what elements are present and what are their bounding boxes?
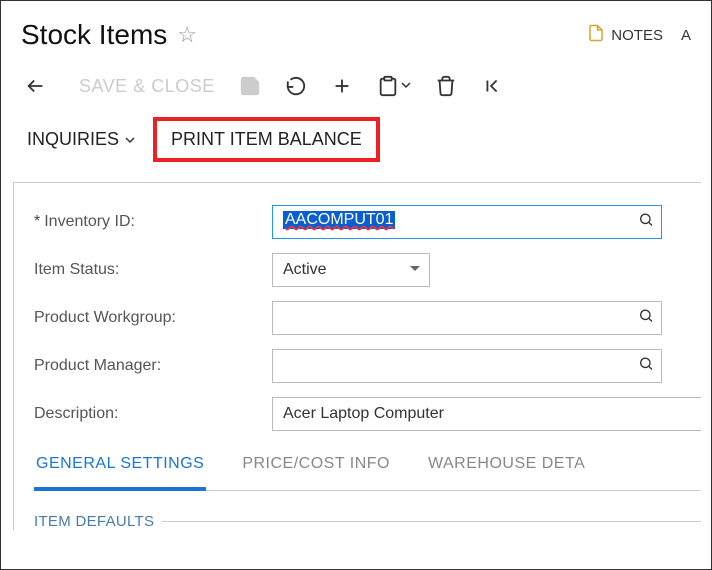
description-input[interactable] xyxy=(272,397,701,431)
action-bar: INQUIRIES PRINT ITEM BALANCE xyxy=(1,107,711,178)
page-header: Stock Items ☆ NOTES A xyxy=(1,1,711,61)
row-item-status: Item Status: Active xyxy=(34,253,701,287)
tab-price-cost-info[interactable]: PRICE/COST INFO xyxy=(240,455,392,490)
label-description: Description: xyxy=(34,405,272,423)
truncated-text: A xyxy=(681,27,691,44)
inquiries-label: INQUIRIES xyxy=(27,129,119,150)
inventory-id-value: AACOMPUT01 xyxy=(283,211,395,229)
item-status-value: Active xyxy=(283,261,327,278)
product-manager-input[interactable] xyxy=(272,349,662,383)
item-status-select[interactable]: Active xyxy=(272,253,430,287)
add-button[interactable] xyxy=(331,75,353,97)
search-icon[interactable] xyxy=(638,212,654,233)
section-divider xyxy=(162,521,701,522)
inquiries-dropdown[interactable]: INQUIRIES xyxy=(21,121,141,158)
required-star: * xyxy=(34,213,40,231)
label-product-workgroup: Product Workgroup: xyxy=(34,309,272,327)
print-item-balance-button[interactable]: PRINT ITEM BALANCE xyxy=(153,117,380,162)
save-icon xyxy=(239,75,261,97)
clipboard-dropdown[interactable] xyxy=(377,75,411,97)
toolbar: SAVE & CLOSE xyxy=(1,61,711,107)
search-icon[interactable] xyxy=(638,308,654,329)
save-close-button: SAVE & CLOSE xyxy=(79,76,215,97)
print-balance-label: PRINT ITEM BALANCE xyxy=(171,129,362,150)
chevron-down-icon xyxy=(125,129,135,150)
row-product-manager: Product Manager: xyxy=(34,349,701,383)
label-item-status: Item Status: xyxy=(34,261,272,279)
row-description: Description: xyxy=(34,397,701,431)
section-item-defaults: ITEM DEFAULTS xyxy=(34,513,701,530)
tabs: GENERAL SETTINGS PRICE/COST INFO WAREHOU… xyxy=(34,455,701,491)
row-inventory-id: * Inventory ID: AACOMPUT01 xyxy=(34,205,701,239)
page-title: Stock Items xyxy=(21,19,167,51)
tab-warehouse-details[interactable]: WAREHOUSE DETA xyxy=(426,455,587,490)
clipboard-icon xyxy=(377,75,399,97)
back-button[interactable] xyxy=(25,75,47,97)
notes-button[interactable]: NOTES xyxy=(587,24,663,46)
form-panel: * Inventory ID: AACOMPUT01 Item Status: … xyxy=(13,182,701,530)
search-icon[interactable] xyxy=(638,356,654,377)
product-workgroup-input[interactable] xyxy=(272,301,662,335)
delete-button[interactable] xyxy=(435,75,457,97)
label-inventory-id: * Inventory ID: xyxy=(34,213,272,231)
header-right: NOTES A xyxy=(587,24,691,46)
first-record-button[interactable] xyxy=(481,75,503,97)
section-title: ITEM DEFAULTS xyxy=(34,513,154,530)
notes-label: NOTES xyxy=(611,27,663,44)
label-product-manager: Product Manager: xyxy=(34,357,272,375)
favorite-star-icon[interactable]: ☆ xyxy=(177,22,197,48)
undo-button[interactable] xyxy=(285,75,307,97)
tab-general-settings[interactable]: GENERAL SETTINGS xyxy=(34,455,206,491)
inventory-id-input[interactable]: AACOMPUT01 xyxy=(272,205,662,239)
chevron-down-icon xyxy=(401,77,411,95)
notes-icon xyxy=(587,24,605,46)
row-product-workgroup: Product Workgroup: xyxy=(34,301,701,335)
